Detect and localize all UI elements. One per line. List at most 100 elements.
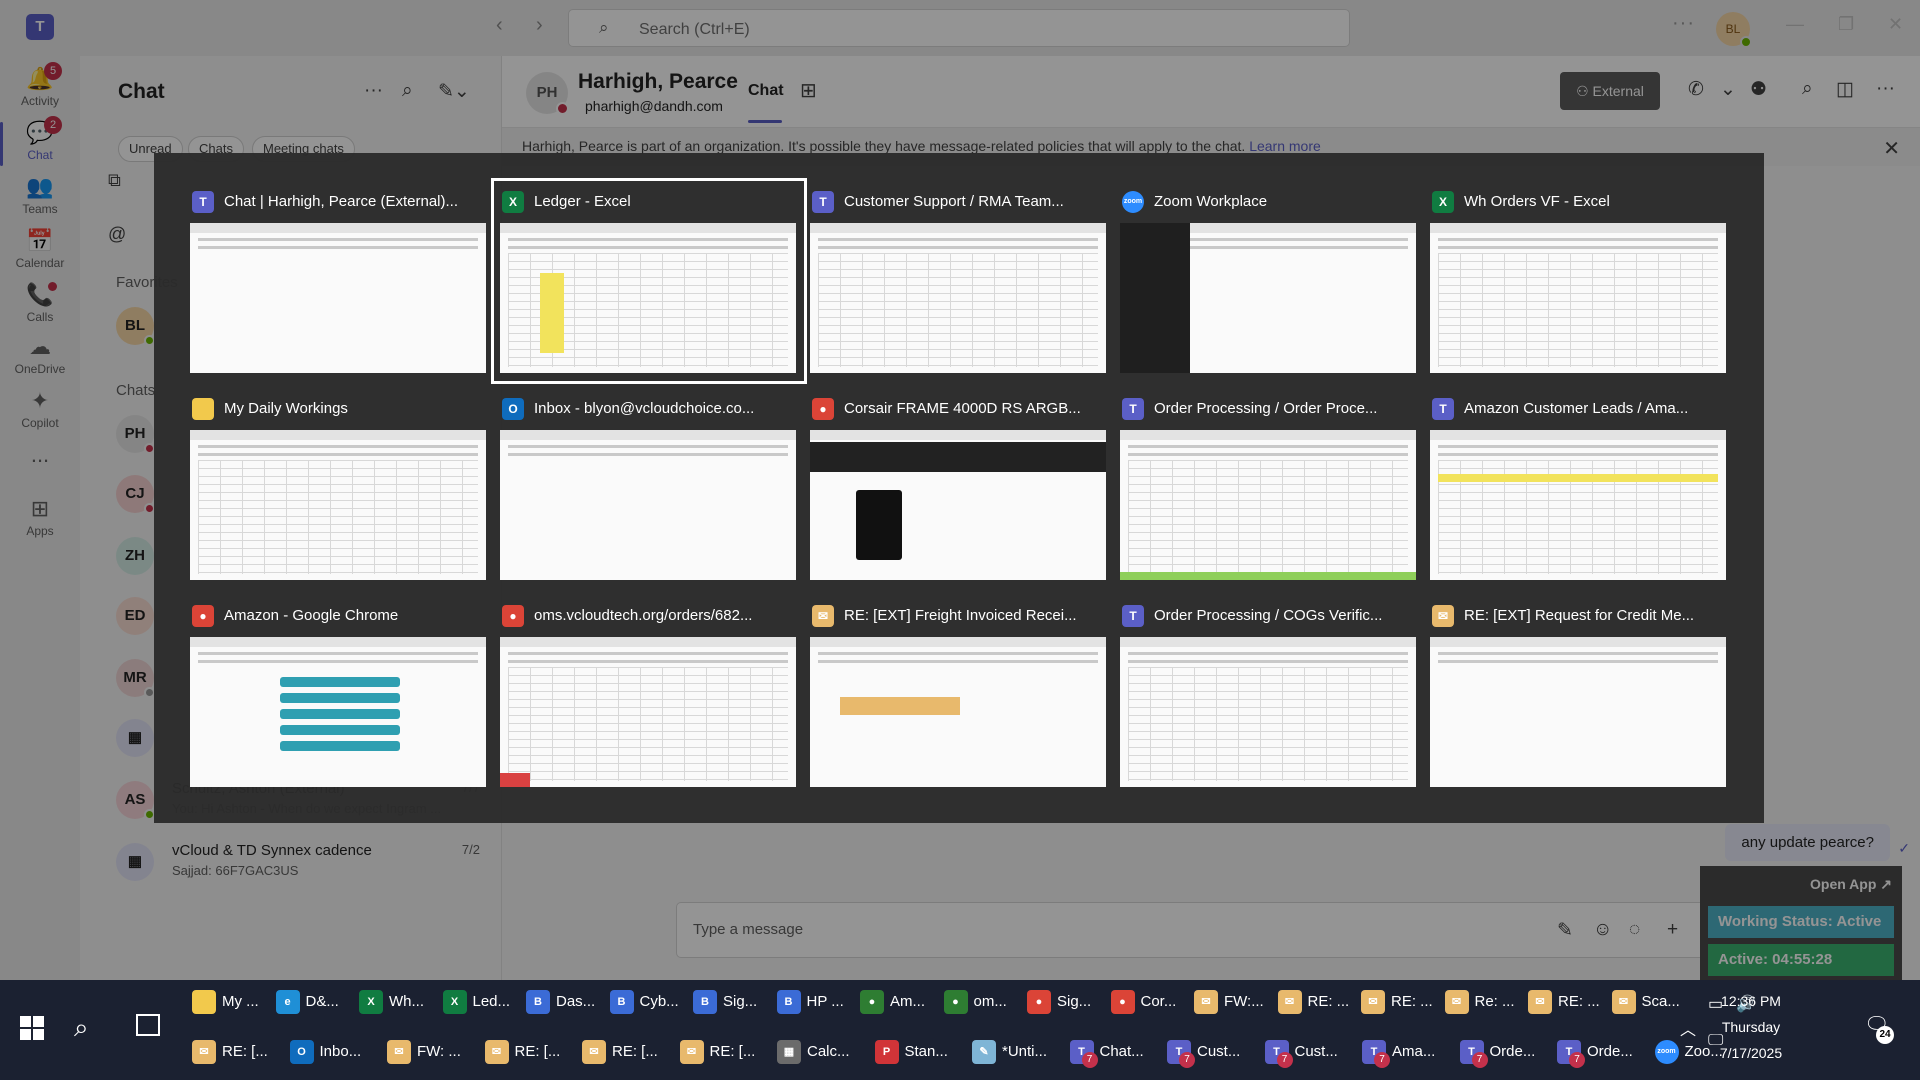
preview-line xyxy=(198,453,478,456)
preview-message xyxy=(280,677,400,687)
taskbar-item[interactable]: My ... xyxy=(192,982,274,1022)
window-preview xyxy=(1120,223,1416,373)
window-preview xyxy=(1120,637,1416,787)
preview-line xyxy=(198,238,478,241)
windows-start-icon[interactable] xyxy=(20,1016,44,1040)
window-preview xyxy=(810,223,1106,373)
taskbar-item[interactable]: ● Cor... xyxy=(1110,982,1193,1022)
preview-grid xyxy=(198,460,478,574)
mail-icon: ✉ xyxy=(484,1040,509,1064)
pdf-icon: P xyxy=(874,1040,899,1064)
preview-message xyxy=(280,693,400,703)
chrome-icon: ● xyxy=(1027,990,1051,1014)
folder-icon xyxy=(192,990,216,1014)
taskbar-item[interactable]: ✎ *Unti... xyxy=(972,1032,1054,1072)
preview-toolbar xyxy=(810,637,1106,647)
taskbar-item[interactable]: T Chat... 7 xyxy=(1069,1032,1152,1072)
taskbar-item[interactable]: ● om... xyxy=(943,982,1026,1022)
preview-toolbar xyxy=(1430,637,1726,647)
preview-toolbar xyxy=(1430,223,1726,233)
taskbar-item[interactable]: B Sig... xyxy=(693,982,775,1022)
taskbar-item[interactable]: ✉ FW: ... xyxy=(387,1032,469,1072)
taskbar-item[interactable]: ● Am... xyxy=(860,982,942,1022)
taskbar-item[interactable]: T Cust... 7 xyxy=(1264,1032,1347,1072)
preview-grid xyxy=(508,667,788,781)
window-preview xyxy=(1430,223,1726,373)
window-preview xyxy=(190,223,486,373)
taskbar-item[interactable]: ✉ RE: [... xyxy=(679,1032,762,1072)
mail-icon: ✉ xyxy=(1611,990,1636,1014)
taskbar-item[interactable]: ✉ Re: ... xyxy=(1444,982,1527,1022)
taskbar-item[interactable]: ▦ Calc... xyxy=(777,1032,859,1072)
window-thumbnail[interactable]: T Customer Support / RMA Team... xyxy=(804,181,1114,381)
window-thumbnail[interactable]: ✉ RE: [EXT] Freight Invoiced Recei... xyxy=(804,595,1114,795)
window-thumbnail[interactable]: X Wh Orders VF - Excel xyxy=(1424,181,1734,381)
window-title: Amazon - Google Chrome xyxy=(224,607,399,624)
clock-time: 12:36 PM xyxy=(1721,993,1781,1009)
taskbar-item-label: RE: [... xyxy=(612,1043,658,1060)
taskbar-item-label: Cor... xyxy=(1140,993,1177,1010)
excel-icon: X xyxy=(359,990,383,1014)
taskbar-item[interactable]: ✉ RE: ... xyxy=(1361,982,1443,1022)
taskbar-item-label: FW: ... xyxy=(417,1043,461,1060)
preview-message xyxy=(280,725,400,735)
window-thumbnail[interactable]: X Ledger - Excel xyxy=(491,178,807,384)
preview-toolbar xyxy=(500,430,796,440)
window-title: Amazon Customer Leads / Ama... xyxy=(1464,400,1689,417)
preview-line xyxy=(198,246,478,249)
taskbar-item[interactable]: X Led... xyxy=(442,982,525,1022)
taskbar-item[interactable]: ✉ FW:... xyxy=(1194,982,1276,1022)
mail-icon: ✉ xyxy=(1194,990,1218,1014)
clock-day: Thursday xyxy=(1721,1019,1781,1035)
window-title: Ledger - Excel xyxy=(534,193,631,210)
preview-line xyxy=(198,652,478,655)
preview-highlight xyxy=(540,273,564,353)
taskbar-item[interactable]: T Orde... 7 xyxy=(1557,1032,1639,1072)
taskbar-item[interactable]: ✉ RE: [... xyxy=(484,1032,567,1072)
task-view-icon[interactable] xyxy=(136,1014,160,1036)
taskbar-item[interactable]: ● Sig... xyxy=(1027,982,1109,1022)
preview-line xyxy=(818,246,1098,249)
window-preview xyxy=(1120,430,1416,580)
taskbar-item[interactable]: ✉ RE: ... xyxy=(1528,982,1610,1022)
taskbar-item[interactable]: T Orde... 7 xyxy=(1459,1032,1542,1072)
zoom-icon: zoom xyxy=(1654,1040,1679,1064)
taskbar-item[interactable]: T Cust... 7 xyxy=(1167,1032,1249,1072)
taskbar-item[interactable]: T Ama... 7 xyxy=(1362,1032,1444,1072)
preview-grid xyxy=(1128,667,1408,781)
taskbar-item[interactable]: B Das... xyxy=(526,982,608,1022)
taskbar-item-label: Re: ... xyxy=(1474,993,1515,1010)
search-icon[interactable]: ⌕ xyxy=(74,1012,89,1044)
taskbar-item[interactable]: O Inbo... xyxy=(289,1032,372,1072)
notification-center-icon[interactable]: 🗨 24 xyxy=(1864,1012,1894,1044)
chevron-up-icon[interactable]: ︿ xyxy=(1680,1016,1696,1040)
taskbar-item[interactable]: B Cyb... xyxy=(609,982,692,1022)
window-thumbnail[interactable]: T Amazon Customer Leads / Ama... xyxy=(1424,388,1734,588)
window-thumbnail[interactable]: ● Corsair FRAME 4000D RS ARGB... xyxy=(804,388,1114,588)
taskbar-item[interactable]: P Stan... xyxy=(874,1032,957,1072)
mail-icon: ✉ xyxy=(192,1040,216,1064)
taskbar-item[interactable]: ✉ RE: [... xyxy=(582,1032,664,1072)
window-thumbnail[interactable]: ● Amazon - Google Chrome xyxy=(184,595,494,795)
notification-badge: 7 xyxy=(1471,1052,1488,1068)
preview-toolbar xyxy=(190,637,486,647)
preview-line xyxy=(198,445,478,448)
window-thumbnail[interactable]: zoom Zoom Workplace xyxy=(1114,181,1424,381)
excel-icon: X xyxy=(442,990,467,1014)
window-thumbnail[interactable]: ● oms.vcloudtech.org/orders/682... xyxy=(494,595,804,795)
preview-banner xyxy=(810,442,1106,472)
window-thumbnail[interactable]: T Order Processing / COGs Verific... xyxy=(1114,595,1424,795)
notification-count: 24 xyxy=(1876,1026,1894,1044)
taskbar-item[interactable]: ✉ RE: ... xyxy=(1277,982,1360,1022)
taskbar-item[interactable]: ✉ RE: [... xyxy=(192,1032,274,1072)
window-thumbnail[interactable]: ✉ RE: [EXT] Request for Credit Me... xyxy=(1424,595,1734,795)
taskbar-item[interactable]: e D&... xyxy=(275,982,358,1022)
window-preview xyxy=(810,637,1106,787)
window-thumbnail[interactable]: My Daily Workings xyxy=(184,388,494,588)
taskbar-item[interactable]: B HP ... xyxy=(776,982,859,1022)
window-thumbnail[interactable]: T Order Processing / Order Proce... xyxy=(1114,388,1424,588)
window-thumbnail[interactable]: T Chat | Harhigh, Pearce (External)... xyxy=(184,181,494,381)
window-thumbnail[interactable]: O Inbox - blyon@vcloudchoice.co... xyxy=(494,388,804,588)
taskbar-item[interactable]: X Wh... xyxy=(359,982,441,1022)
system-clock[interactable]: 12:36 PM Thursday 7/17/2025 xyxy=(1696,988,1806,1066)
